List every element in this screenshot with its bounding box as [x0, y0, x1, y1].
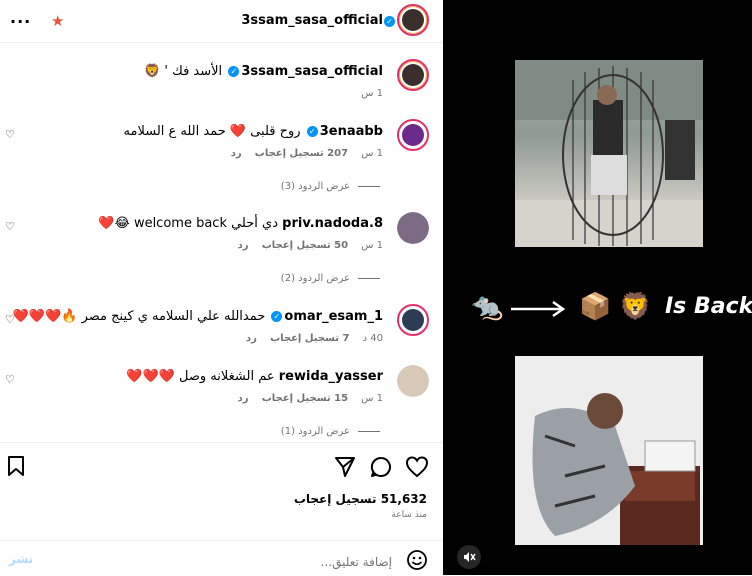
overlay-text: Is Back — [665, 294, 752, 319]
caption-avatar[interactable] — [397, 59, 429, 91]
comment-row: rewida_yasser عم الشغلانه وصل ❤️❤️❤️ — [126, 368, 383, 386]
comment-likes[interactable]: 7 تسجيل إعجاب — [270, 333, 349, 344]
mute-icon — [464, 552, 476, 562]
reply-button[interactable]: رد — [246, 333, 257, 344]
replies-divider — [358, 277, 380, 279]
comment-avatar[interactable] — [397, 119, 429, 151]
comment-likes[interactable]: 207 تسجيل إعجاب — [255, 148, 348, 159]
comment-meta: 1 س 15 تسجيل إعجاب رد — [228, 393, 383, 404]
comment-text: دي أحلي welcome back 😂❤️ — [98, 216, 278, 231]
likes-count[interactable]: 51,632 تسجيل إعجاب — [294, 492, 427, 506]
replies-divider — [358, 430, 380, 432]
comment-avatar[interactable] — [397, 212, 429, 244]
portrait-illustration — [515, 356, 703, 545]
star-icon[interactable]: ★ — [51, 12, 64, 30]
replies-divider — [358, 185, 380, 187]
comment-like-heart-icon[interactable]: ♡ — [5, 373, 15, 386]
comment-like-heart-icon[interactable]: ♡ — [5, 313, 15, 326]
comment-likes[interactable]: 50 تسجيل إعجاب — [262, 240, 348, 251]
comment-username[interactable]: omar_esam_1 — [284, 309, 383, 324]
reply-button[interactable]: رد — [238, 393, 249, 404]
comment-text: حمدالله علي السلامه ي كينج مصر 🔥❤️❤️❤️ — [12, 309, 266, 324]
comment-text: روح قلبى ❤️ حمد الله ع السلامه — [123, 124, 301, 139]
more-options-icon[interactable]: ··· — [10, 12, 31, 31]
header-avatar[interactable] — [397, 4, 429, 36]
post-details-panel: ··· ★ 3ssam_sasa_official ✓ 3ssam_sasa_o… — [0, 0, 443, 575]
caption-username[interactable]: 3ssam_sasa_official — [241, 64, 383, 79]
caption: 3ssam_sasa_official✓ الأسد فك ' 🦁 — [144, 63, 383, 81]
post-media[interactable]: 🐀 📦 🦁 Is Back — [443, 0, 752, 575]
comment-username[interactable]: 3enaabb — [320, 124, 383, 139]
comment-like-heart-icon[interactable]: ♡ — [5, 128, 15, 141]
comment-time: 1 س — [361, 240, 383, 251]
comment-text: عم الشغلانه وصل ❤️❤️❤️ — [126, 369, 275, 384]
view-replies-label[interactable]: عرض الردود (2) — [281, 273, 350, 284]
comment-time: 1 س — [361, 393, 383, 404]
view-replies-label[interactable]: عرض الردود (3) — [281, 181, 350, 192]
view-replies[interactable]: عرض الردود (2) — [281, 273, 380, 284]
verified-icon: ✓ — [228, 66, 240, 77]
comment-likes[interactable]: 15 تسجيل إعجاب — [262, 393, 348, 404]
verified-icon: ✓ — [271, 311, 283, 322]
comment-username[interactable]: rewida_yasser — [279, 369, 383, 384]
comment-username[interactable]: priv.nadoda.8 — [282, 216, 383, 231]
heart-icon[interactable] — [405, 456, 429, 478]
portrait-photo — [515, 356, 703, 545]
comment-like-heart-icon[interactable]: ♡ — [5, 220, 15, 233]
rat-icon: 🐀 — [471, 292, 504, 322]
emoji-icon[interactable] — [406, 549, 428, 571]
box-icon: 📦 — [579, 292, 612, 322]
comment-meta: 1 س 50 تسجيل إعجاب رد — [228, 240, 383, 251]
lion-icon: 🦁 — [619, 292, 652, 322]
mute-button[interactable] — [457, 545, 481, 569]
view-replies[interactable]: عرض الردود (3) — [281, 181, 380, 192]
overlay-row: 🐀 📦 🦁 Is Back — [471, 290, 752, 326]
caption-time: 1 س — [361, 88, 383, 99]
comment-input[interactable] — [60, 551, 394, 573]
post-time: منذ ساعة — [391, 510, 427, 520]
comment-row: omar_esam_1✓ حمدالله علي السلامه ي كينج … — [13, 308, 383, 326]
cage-photo — [515, 60, 703, 247]
verified-icon: ✓ — [384, 16, 395, 27]
reply-button[interactable]: رد — [231, 148, 242, 159]
comment-row: 3enaabb✓ روح قلبى ❤️ حمد الله ع السلامه — [124, 123, 383, 141]
comment-meta: 40 د 7 تسجيل إعجاب رد — [236, 333, 383, 344]
verified-icon: ✓ — [306, 126, 318, 137]
comment-time: 1 س — [361, 148, 383, 159]
post-comment-button[interactable]: نشر — [9, 552, 33, 566]
header-username[interactable]: 3ssam_sasa_official — [241, 13, 383, 28]
comment-icon[interactable] — [370, 456, 392, 478]
comment-time: 40 د — [362, 333, 383, 344]
comment-meta: 1 س 207 تسجيل إعجاب رد — [221, 148, 383, 159]
share-icon[interactable] — [334, 456, 356, 478]
view-replies-label[interactable]: عرض الردود (1) — [281, 426, 350, 437]
caption-text: الأسد فك ' 🦁 — [144, 64, 223, 79]
cage-illustration — [515, 60, 703, 247]
reply-button[interactable]: رد — [238, 240, 249, 251]
comment-avatar[interactable] — [397, 304, 429, 336]
arrow-right-icon — [511, 300, 566, 318]
post-header: ··· ★ 3ssam_sasa_official ✓ — [0, 0, 443, 43]
view-replies[interactable]: عرض الردود (1) — [281, 426, 380, 437]
comment-avatar[interactable] — [397, 365, 429, 397]
comment-row: priv.nadoda.8 دي أحلي welcome back 😂❤️ — [98, 215, 383, 233]
bookmark-icon[interactable] — [7, 456, 25, 476]
